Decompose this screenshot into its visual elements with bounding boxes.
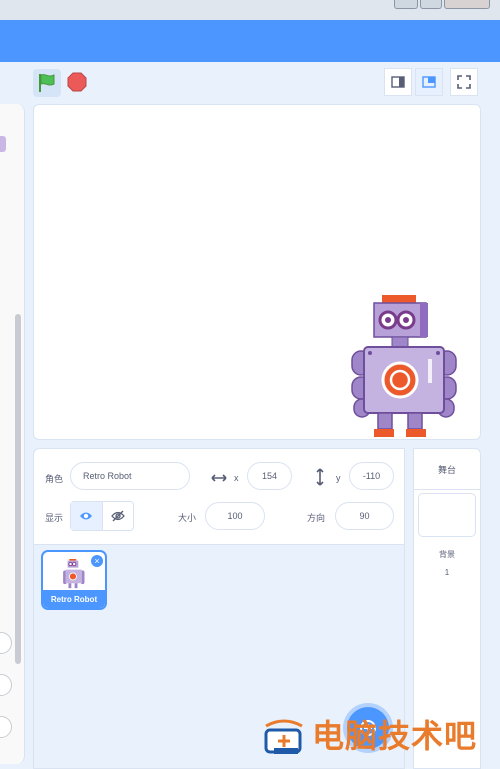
delete-sprite-button[interactable]: × [91,555,103,567]
fullscreen-button[interactable] [450,68,478,96]
zoom-out-button[interactable] [0,674,12,696]
close-icon: × [94,555,100,566]
watermark-logo-icon [264,719,303,754]
size-input[interactable]: 100 [205,502,265,530]
sprite-name-value: Retro Robot [83,471,132,481]
close-window-button[interactable] [444,0,490,9]
vertical-arrows-icon [316,468,324,486]
stage-canvas[interactable] [33,104,481,440]
x-label: x [234,473,239,483]
x-position-input[interactable]: 154 [247,462,292,490]
stop-button[interactable] [67,72,87,92]
y-label: y [336,473,341,483]
code-area[interactable] [0,104,25,764]
green-flag-icon [39,74,55,92]
backdrops-label: 背景 [439,550,455,559]
horizontal-arrows-icon [211,474,227,482]
show-sprite-button[interactable] [71,502,103,530]
small-stage-button[interactable] [384,68,412,96]
normal-stage-icon [422,76,436,88]
small-stage-icon [391,76,405,88]
eye-slash-icon [110,510,125,522]
window-titlebar [0,0,500,20]
retro-robot-sprite[interactable] [350,295,460,440]
normal-stage-button[interactable] [415,68,443,96]
sprite-name-field[interactable]: Retro Robot [70,462,190,490]
direction-value: 90 [359,511,370,521]
size-label: 大小 [178,513,197,523]
zoom-in-button[interactable] [0,632,12,654]
stage-title: 舞台 [414,449,480,490]
sprite-tile-label: Retro Robot [43,590,105,608]
green-flag-button[interactable] [33,69,61,97]
visibility-toggle [70,501,134,531]
zoom-reset-button[interactable] [0,716,12,738]
x-position-value: 154 [261,471,278,481]
block-fragment-icon [0,136,6,152]
direction-input[interactable]: 90 [335,502,394,530]
code-scrollbar[interactable] [15,314,21,664]
backdrops-count: 1 [444,568,450,577]
hide-sprite-button[interactable] [103,502,134,530]
show-label: 显示 [45,513,64,523]
size-value: 100 [227,511,243,521]
retro-robot-thumbnail [63,559,85,589]
stop-icon [67,72,87,92]
fullscreen-icon [457,75,471,89]
eye-icon [80,512,93,520]
y-position-value: -110 [362,471,381,481]
watermark: 电脑技术吧 [258,716,498,762]
maximize-window-button[interactable] [420,0,442,9]
direction-label: 方向 [307,513,326,523]
sprite-label: 角色 [45,474,64,484]
menu-bar [0,20,500,62]
stage-thumbnail[interactable] [418,493,476,537]
sprite-info-bar: 角色 Retro Robot x 154 y -110 显示 大小 100 方向… [34,449,404,545]
minimize-window-button[interactable] [394,0,418,9]
y-position-input[interactable]: -110 [349,462,394,490]
watermark-text: 电脑技术吧 [312,717,478,755]
